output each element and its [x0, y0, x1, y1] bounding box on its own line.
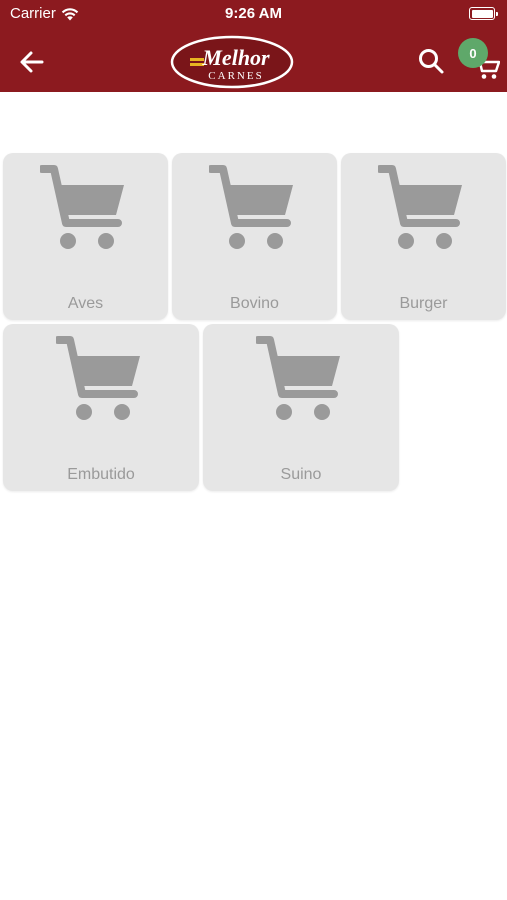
brand-logo: Melhor CARNES	[170, 35, 294, 89]
back-button[interactable]	[16, 46, 48, 78]
shopping-cart-icon	[256, 336, 340, 420]
shopping-cart-icon	[209, 165, 293, 249]
shopping-cart-icon	[40, 165, 124, 249]
category-label: Embutido	[67, 466, 135, 483]
category-label: Suino	[280, 466, 322, 483]
cart-count-badge: 0	[458, 38, 488, 68]
category-card-embutido[interactable]: Embutido	[3, 324, 199, 491]
category-card-bovino[interactable]: Bovino	[172, 153, 337, 320]
logo-text-top: Melhor	[201, 45, 270, 70]
logo-text-bottom: CARNES	[208, 70, 263, 82]
search-icon	[419, 49, 444, 74]
cart-button[interactable]: 0	[458, 36, 502, 84]
arrow-left-icon	[20, 51, 44, 73]
shopping-cart-icon	[378, 165, 462, 249]
shopping-cart-icon	[56, 336, 140, 420]
battery-icon	[469, 7, 498, 20]
category-card-burger[interactable]: Burger	[341, 153, 506, 320]
category-card-suino[interactable]: Suino	[203, 324, 399, 491]
battery-level	[471, 9, 493, 18]
category-card-aves[interactable]: Aves	[3, 153, 168, 320]
logo-badge: Melhor CARNES	[170, 35, 294, 89]
category-label: Burger	[399, 295, 448, 312]
search-button[interactable]	[416, 46, 446, 76]
clock: 9:26 AM	[225, 5, 282, 22]
header-bar: Melhor CARNES 0	[0, 28, 507, 92]
category-label: Aves	[67, 295, 104, 312]
status-bar: Carrier 9:26 AM	[0, 0, 507, 28]
category-label: Bovino	[230, 295, 279, 312]
